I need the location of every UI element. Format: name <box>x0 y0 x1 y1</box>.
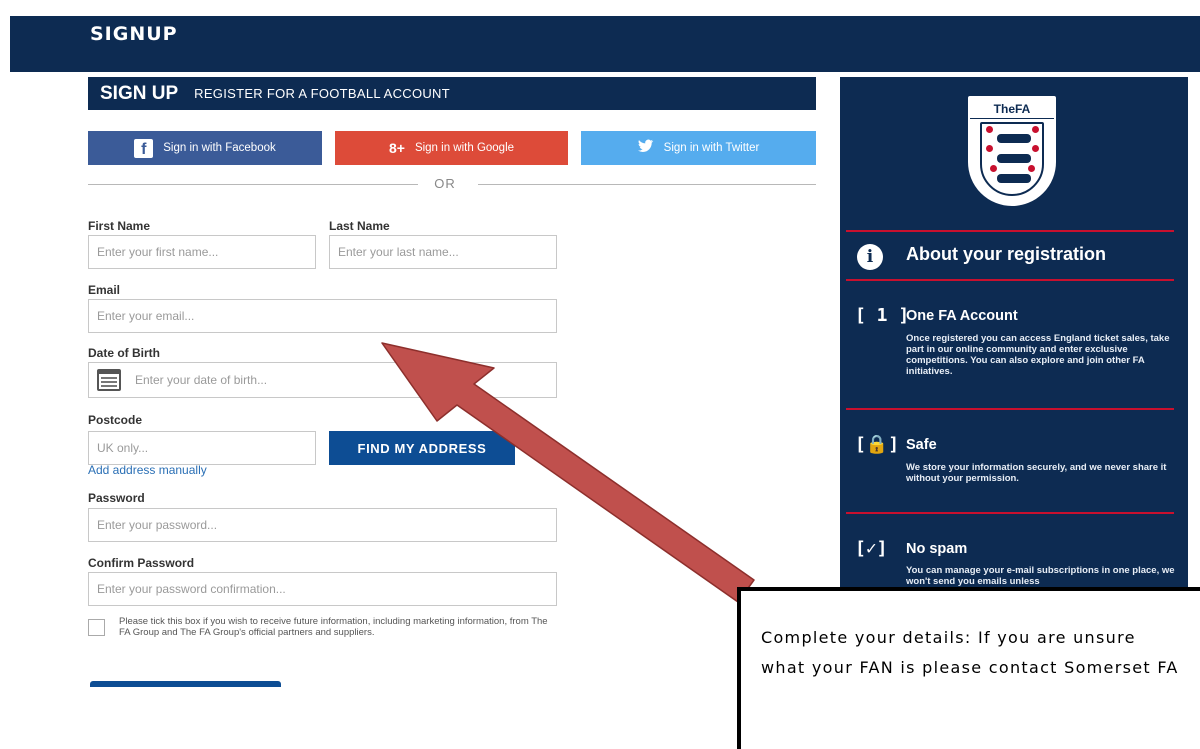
page: SIGNUP SIGN UP REGISTER FOR A FOOTBALL A… <box>0 0 1200 749</box>
annotation-callout-text: Complete your details: If you are unsure… <box>761 628 1179 677</box>
annotation-arrow-icon <box>381 342 755 603</box>
annotation-callout-box: Complete your details: If you are unsure… <box>737 587 1200 749</box>
